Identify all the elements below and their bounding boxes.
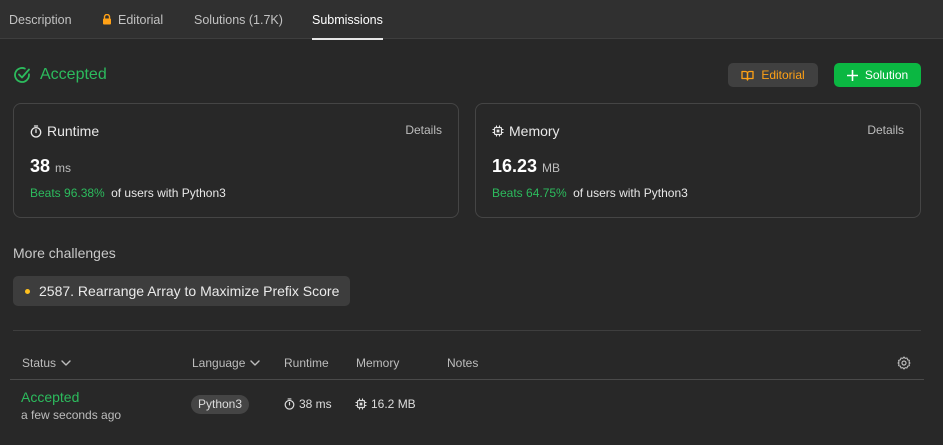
memory-card-title: Memory: [509, 123, 560, 139]
chevron-down-icon: [250, 360, 261, 366]
difficulty-dot-icon: [25, 288, 30, 294]
plus-icon: [846, 69, 858, 81]
memory-beats: Beats 64.75% of users with Python3: [492, 186, 688, 200]
memory-header-label: Memory: [356, 356, 400, 370]
tab-solutions-label: Solutions (1.7K): [194, 13, 283, 27]
runtime-header-label: Runtime: [284, 356, 329, 370]
tab-submissions[interactable]: Submissions: [312, 0, 383, 40]
tab-bar: Description Editorial Solutions (1.7K) S…: [0, 0, 943, 40]
submission-panel: Description Editorial Solutions (1.7K) S…: [0, 0, 943, 445]
runtime-number: 38: [30, 156, 51, 176]
stopwatch-icon: [284, 398, 295, 410]
row-status-label[interactable]: Accepted: [21, 389, 121, 405]
row-memory-cell: 16.2 MB: [355, 397, 416, 411]
chip-icon: [355, 398, 367, 410]
tab-solutions[interactable]: Solutions (1.7K): [194, 0, 283, 39]
row-memory-value: 16.2 MB: [371, 397, 416, 411]
settings-button[interactable]: [897, 356, 911, 370]
status-column-header[interactable]: Status: [22, 356, 71, 370]
notes-column-header: Notes: [447, 356, 478, 370]
runtime-beats-percent: Beats 96.38%: [30, 186, 105, 200]
memory-unit: MB: [542, 161, 561, 175]
book-icon: [741, 70, 754, 81]
memory-details-link[interactable]: Details: [867, 123, 904, 137]
challenge-label: 2587. Rearrange Array to Maximize Prefix…: [39, 283, 340, 299]
memory-card-header: Memory: [492, 123, 560, 139]
memory-value: 16.23 MB: [492, 156, 560, 177]
tab-description-label: Description: [9, 13, 72, 27]
runtime-card[interactable]: Runtime Details 38 ms Beats 96.38% of us…: [13, 103, 459, 218]
notes-header-label: Notes: [447, 356, 479, 370]
row-runtime-value: 38 ms: [299, 397, 332, 411]
runtime-card-title: Runtime: [47, 123, 100, 139]
tab-editorial[interactable]: Editorial: [102, 0, 163, 39]
row-timestamp: a few seconds ago: [21, 408, 122, 422]
check-circle-icon: [13, 66, 31, 84]
runtime-unit: ms: [55, 161, 72, 175]
runtime-value: 38 ms: [30, 156, 71, 177]
chip-icon: [492, 125, 504, 137]
solution-button[interactable]: Solution: [834, 63, 921, 87]
language-header-label: Language: [192, 356, 246, 370]
runtime-card-header: Runtime: [30, 123, 99, 139]
memory-beats-percent: Beats 64.75%: [492, 186, 567, 200]
tab-editorial-label: Editorial: [118, 13, 164, 27]
solution-button-label: Solution: [864, 68, 909, 82]
chevron-down-icon: [61, 360, 71, 366]
table-header-divider: [10, 379, 924, 380]
status-header-label: Status: [22, 356, 57, 370]
runtime-details-link[interactable]: Details: [405, 123, 442, 137]
memory-card[interactable]: Memory Details 16.23 MB Beats 64.75% of …: [475, 103, 921, 218]
lock-icon: [102, 14, 112, 25]
section-divider: [13, 330, 921, 331]
challenge-link[interactable]: 2587. Rearrange Array to Maximize Prefix…: [13, 276, 350, 306]
result-status-label: Accepted: [40, 66, 107, 83]
stopwatch-icon: [30, 124, 42, 138]
result-status: Accepted: [13, 64, 107, 86]
memory-beats-suffix: of users with Python3: [573, 186, 688, 200]
memory-number: 16.23: [492, 156, 538, 176]
memory-column-header: Memory: [356, 356, 399, 370]
tab-submissions-label: Submissions: [312, 13, 383, 27]
row-runtime-cell: 38 ms: [284, 397, 332, 411]
editorial-button-label: Editorial: [761, 68, 805, 82]
tab-description[interactable]: Description: [9, 0, 72, 39]
runtime-beats-suffix: of users with Python3: [111, 186, 226, 200]
runtime-column-header: Runtime: [284, 356, 329, 370]
row-status-cell: Accepted a few seconds ago: [21, 389, 121, 422]
runtime-beats: Beats 96.38% of users with Python3: [30, 186, 226, 200]
language-column-header[interactable]: Language: [192, 356, 261, 370]
language-badge: Python3: [191, 395, 250, 414]
editorial-button[interactable]: Editorial: [728, 63, 818, 87]
more-challenges-title: More challenges: [13, 245, 116, 261]
gear-icon: [897, 356, 911, 370]
